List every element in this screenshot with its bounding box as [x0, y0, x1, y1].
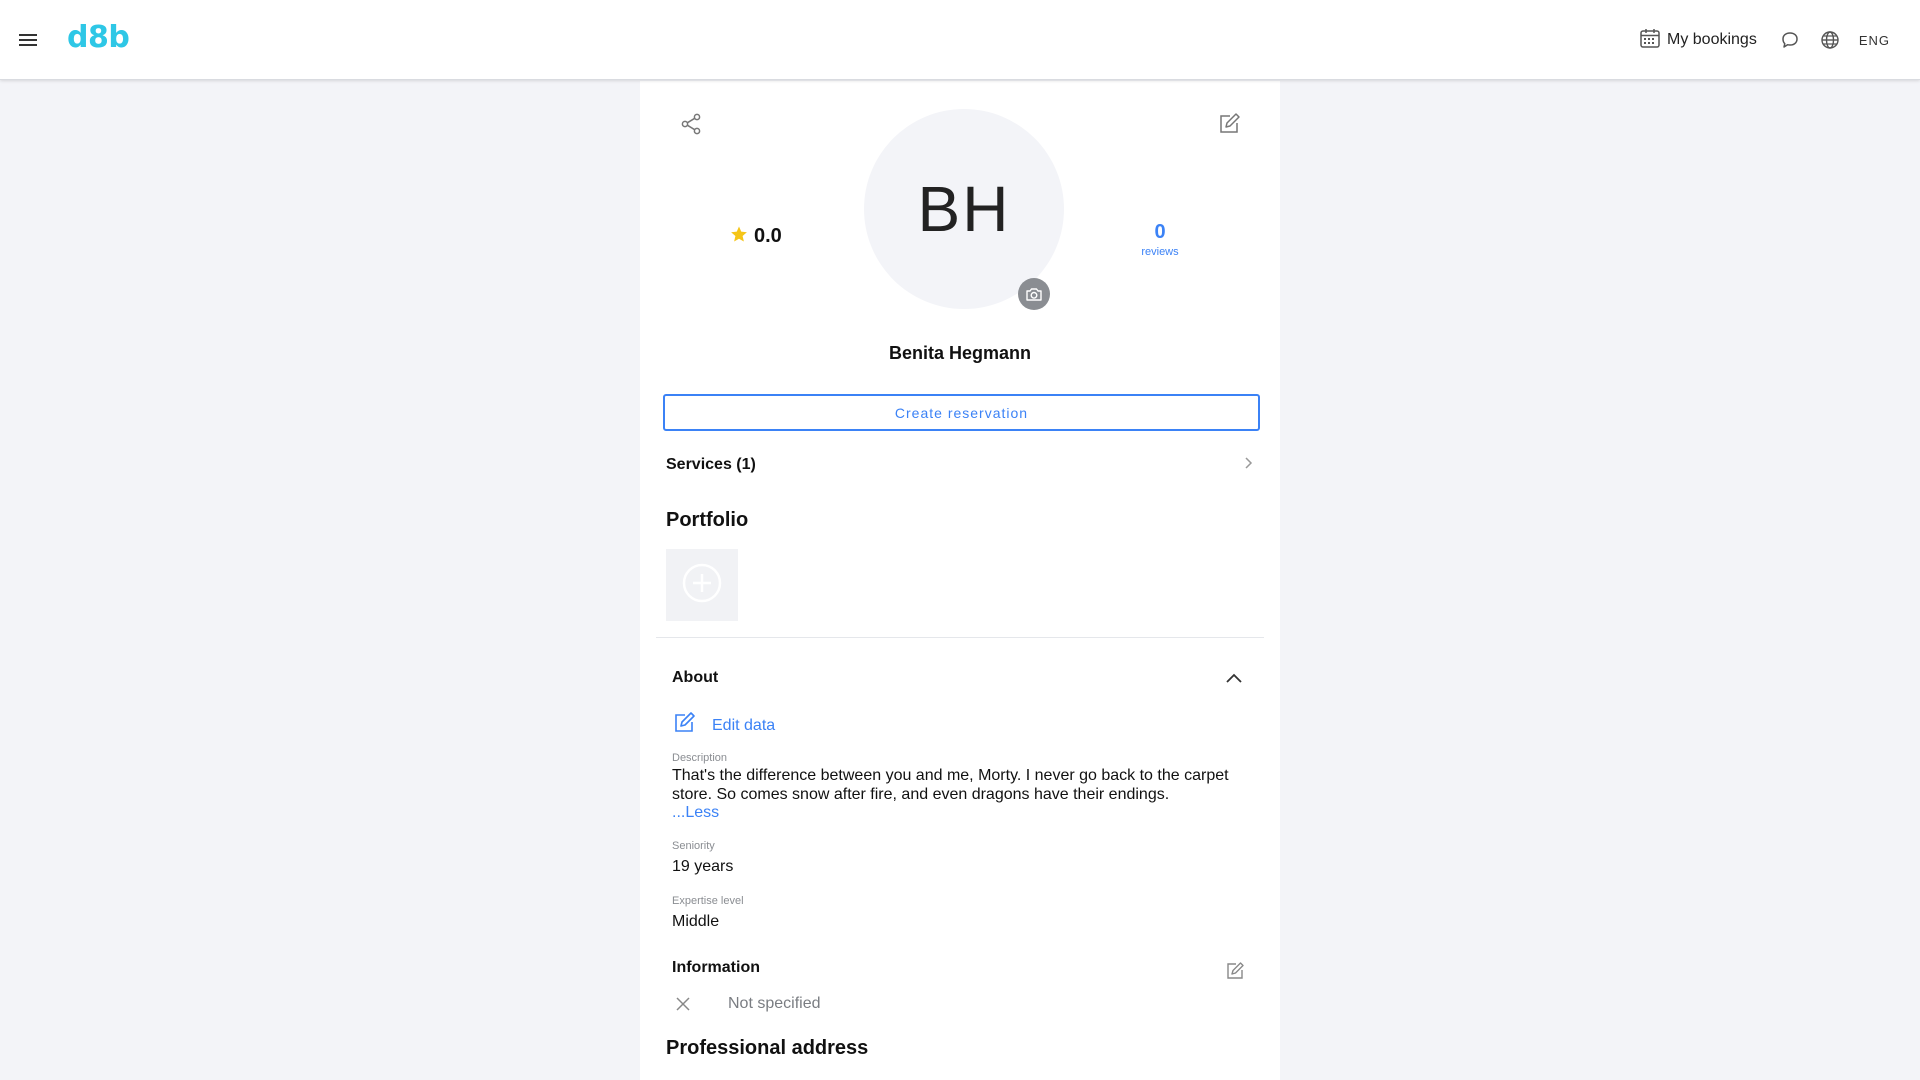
star-icon [730, 225, 748, 248]
information-title: Information [672, 959, 760, 976]
logo[interactable]: d8b [67, 20, 130, 55]
rating: 0.0 [730, 225, 782, 248]
edit-icon[interactable] [1224, 960, 1246, 982]
services-label: Services (1) [666, 456, 756, 473]
add-portfolio-button[interactable] [666, 549, 738, 621]
rating-value: 0.0 [754, 225, 782, 247]
reviews-link[interactable]: 0 reviews [1120, 221, 1200, 258]
calendar-icon [1639, 27, 1661, 54]
create-reservation-button[interactable]: Create reservation [663, 394, 1260, 431]
share-icon[interactable] [678, 111, 704, 137]
less-link[interactable]: ...Less [672, 804, 719, 822]
chevron-right-icon [1240, 455, 1256, 476]
information-value: Not specified [728, 995, 821, 1012]
add-circle-icon [681, 562, 723, 609]
expertise-label: Expertise level [672, 895, 744, 907]
profile-name: Benita Hegmann [888, 343, 1032, 363]
edit-data-label: Edit data [712, 716, 776, 734]
reviews-count: 0 [1154, 221, 1166, 243]
seniority-label: Seniority [672, 840, 715, 852]
globe-icon[interactable] [1819, 29, 1841, 51]
edit-icon [672, 711, 696, 740]
language-selector[interactable]: ENG [1859, 33, 1890, 48]
seniority-value: 19 years [672, 858, 734, 875]
description-label: Description [672, 752, 728, 764]
my-bookings-button[interactable]: My bookings [1639, 27, 1757, 54]
chevron-up-icon[interactable] [1222, 667, 1246, 691]
profile-card: 0.0 BH 0 reviews Benita Hegmann Create r… [640, 81, 1280, 1080]
edit-data-button[interactable]: Edit data [672, 711, 775, 740]
description-text: That's the difference between you and me… [672, 767, 1229, 803]
avatar-initials: BH [917, 173, 1011, 245]
reviews-label: reviews [1141, 246, 1179, 258]
camera-icon[interactable] [1018, 278, 1050, 310]
my-bookings-label: My bookings [1667, 31, 1757, 48]
expertise-value: Middle [672, 913, 720, 930]
menu-icon[interactable] [16, 28, 40, 52]
services-row[interactable]: Services (1) [666, 449, 1256, 481]
close-icon [674, 995, 692, 1013]
top-bar: d8b My bookings ENG [0, 0, 1920, 80]
about-title: About [672, 669, 719, 686]
portfolio-title: Portfolio [666, 509, 749, 531]
chat-icon[interactable] [1779, 29, 1801, 51]
professional-address-title: Professional address [666, 1037, 869, 1059]
header-actions: My bookings ENG [1639, 26, 1890, 54]
divider [656, 637, 1264, 638]
edit-icon[interactable] [1216, 111, 1242, 137]
